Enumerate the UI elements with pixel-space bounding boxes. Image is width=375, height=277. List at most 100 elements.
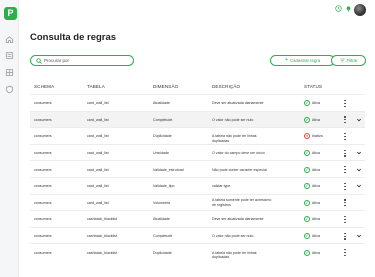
- cell-table: card_wall_list: [87, 134, 109, 139]
- table-row[interactable]: consumers card_wall_list Validade_estrutur…: [30, 160, 365, 177]
- cell-description: A tabela não pode ter linhas duplicadas: [212, 134, 257, 143]
- cell-dimension: Completude: [153, 117, 173, 122]
- table-row[interactable]: consumers card_wall_list Unicidade O valor …: [30, 143, 365, 161]
- notification-icon[interactable]: [345, 5, 352, 12]
- status-label: Ativa: [312, 250, 320, 255]
- cell-dimension: Completude: [153, 233, 173, 238]
- cell-schema: consumers: [34, 217, 52, 222]
- status-badge: ✓ Ativa: [304, 166, 320, 173]
- cell-dimension: Atualidade: [153, 217, 170, 222]
- check-circle-icon: ✓: [304, 100, 310, 107]
- status-badge: ✓ Ativa: [304, 116, 320, 123]
- check-circle-icon: ✓: [304, 150, 310, 157]
- cell-schema: consumers: [34, 184, 52, 189]
- status-badge: ✓ Ativa: [304, 183, 320, 190]
- search-icon: [36, 57, 42, 64]
- chevron-down-icon[interactable]: [356, 117, 362, 123]
- check-circle-icon: ✓: [304, 249, 310, 256]
- check-circle-icon: ✓: [304, 216, 310, 223]
- status-label: Ativa: [312, 184, 320, 189]
- more-options-icon[interactable]: [343, 232, 347, 240]
- cell-dimension: Duplicidade: [153, 250, 172, 255]
- search-input[interactable]: [44, 56, 130, 65]
- header-table: TABELA: [87, 84, 105, 89]
- table-row[interactable]: consumers card_wall_list Duplicidade A tabe…: [30, 127, 365, 144]
- cell-description: Deve ser atualizada diariamente: [212, 101, 264, 106]
- more-options-icon[interactable]: [343, 249, 347, 257]
- cell-description: Deve ser atualizada diariamente: [212, 217, 264, 222]
- more-options-icon[interactable]: [343, 166, 347, 174]
- status-badge: ✓ Ativa: [304, 249, 320, 256]
- table-row[interactable]: consumers card_wall_list Completude O valor…: [30, 110, 365, 128]
- filter-button[interactable]: Filtrar: [331, 55, 366, 66]
- header-status: STATUS: [304, 84, 323, 89]
- status-label: Ativa: [312, 217, 320, 222]
- table-row[interactable]: consumers cashback_blacklist Duplicidade A …: [30, 243, 365, 260]
- header-schema: SCHEMA: [34, 84, 55, 89]
- more-options-icon[interactable]: [343, 182, 347, 190]
- status-label: Ativa: [312, 234, 320, 239]
- cell-schema: consumers: [34, 134, 52, 139]
- add-rule-button[interactable]: + Cadastrar regra: [270, 55, 335, 66]
- status-label: Inativa: [312, 134, 323, 139]
- chevron-down-icon[interactable]: [356, 150, 362, 156]
- cell-table: card_wall_list: [87, 117, 109, 122]
- cell-dimension: Atualidade: [153, 101, 170, 106]
- add-rule-label: Cadastrar regra: [290, 58, 321, 63]
- more-options-icon[interactable]: [343, 99, 347, 107]
- status-badge: ✓ Ativa: [304, 100, 320, 107]
- status-label: Ativa: [312, 101, 320, 106]
- cell-table: card_wall_list: [87, 101, 109, 106]
- cell-description: A tabela somente pode ter acréscimo de r…: [212, 198, 272, 207]
- more-options-icon[interactable]: [343, 116, 347, 124]
- page-title: Consulta de regras: [30, 32, 117, 43]
- status-label: Ativa: [312, 151, 320, 156]
- cell-dimension: Validade_tipo: [153, 184, 175, 189]
- status-label: Ativa: [312, 167, 320, 172]
- cell-dimension: Volumetria: [153, 200, 170, 205]
- filter-label: Filtrar: [346, 58, 358, 63]
- table-row[interactable]: consumers card_wall_list Atualidade Deve se…: [30, 94, 365, 111]
- cell-table: card_wall_list: [87, 150, 109, 155]
- status-badge: × Inativa: [304, 133, 323, 140]
- cell-description: A tabela não pode ter linhas duplicadas: [212, 250, 257, 259]
- table-row[interactable]: consumers cashback_blacklist Completude O v…: [30, 226, 365, 244]
- table-row[interactable]: consumers cashback_blacklist Atualidade Dev…: [30, 210, 365, 227]
- cell-dimension: Validade_estrutural: [153, 167, 184, 172]
- more-options-icon[interactable]: [343, 149, 347, 157]
- cell-schema: consumers: [34, 117, 52, 122]
- header-dimension: DIMENSÃO: [153, 84, 179, 89]
- cell-table: cashback_blacklist: [87, 250, 117, 255]
- help-icon[interactable]: [335, 5, 342, 12]
- status-label: Ativa: [312, 117, 320, 122]
- status-label: Ativa: [312, 200, 320, 205]
- shield-icon[interactable]: [5, 85, 14, 94]
- cell-schema: consumers: [34, 250, 52, 255]
- cell-schema: consumers: [34, 150, 52, 155]
- cell-description: validar type: [212, 184, 231, 189]
- cell-schema: consumers: [34, 233, 52, 238]
- search-box[interactable]: [30, 55, 134, 66]
- cell-table: card_wall_list: [87, 184, 109, 189]
- check-circle-icon: ✓: [304, 199, 310, 206]
- chevron-down-icon[interactable]: [356, 233, 362, 239]
- table-row[interactable]: consumers card_wall_list Volumetria A tabel…: [30, 193, 365, 211]
- cell-schema: consumers: [34, 167, 52, 172]
- check-circle-icon: ✓: [304, 233, 310, 240]
- more-options-icon[interactable]: [343, 199, 347, 207]
- more-options-icon[interactable]: [343, 215, 347, 223]
- list-icon[interactable]: [5, 51, 14, 60]
- cell-schema: consumers: [34, 101, 52, 106]
- grid-icon[interactable]: [5, 68, 14, 77]
- sidebar: P: [0, 0, 19, 277]
- chevron-down-icon[interactable]: [356, 167, 362, 173]
- status-badge: ✓ Ativa: [304, 199, 320, 206]
- avatar[interactable]: [354, 4, 366, 16]
- filter-icon: [339, 58, 345, 63]
- app-logo[interactable]: P: [4, 7, 17, 20]
- table-row[interactable]: consumers card_wall_list Validade_tipo vali…: [30, 177, 365, 194]
- home-icon[interactable]: [5, 35, 14, 44]
- cell-table: card_wall_list: [87, 167, 109, 172]
- more-options-icon[interactable]: [343, 132, 347, 140]
- chevron-down-icon[interactable]: [356, 183, 362, 189]
